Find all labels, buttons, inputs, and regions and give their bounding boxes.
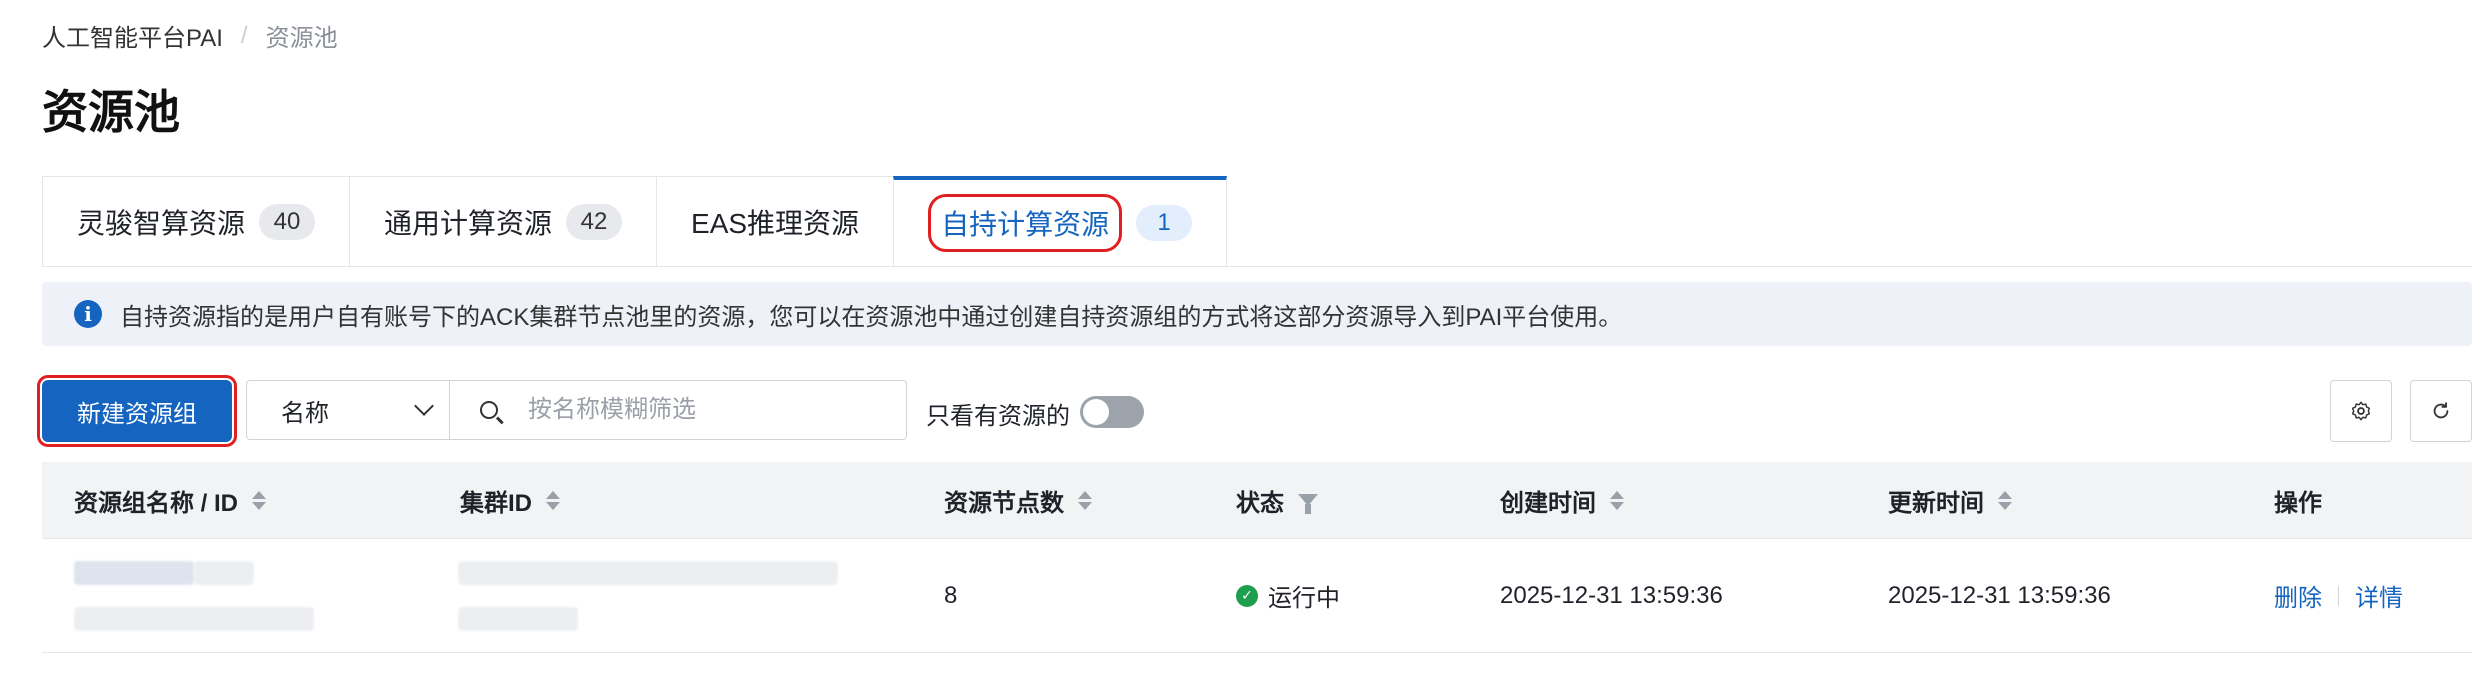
resource-group-name-redacted[interactable] <box>74 561 194 585</box>
column-label: 资源节点数 <box>944 489 1064 517</box>
toggle-knob <box>1083 399 1109 425</box>
resource-group-id-redacted <box>74 607 314 631</box>
tab-label: 通用计算资源 <box>384 207 553 239</box>
tab-label: 灵骏智算资源 <box>77 207 246 239</box>
settings-button[interactable] <box>2330 380 2392 442</box>
filter-field-select[interactable]: 名称 <box>246 380 450 440</box>
info-banner: i 自持资源指的是用户自有账号下的ACK集群节点池里的资源，您可以在资源池中通过… <box>42 282 2472 346</box>
column-header-updated-time[interactable]: 更新时间 <box>1888 462 2012 538</box>
column-label: 资源组名称 / ID <box>74 489 239 517</box>
breadcrumb-root[interactable]: 人工智能平台PAI <box>42 18 223 53</box>
tab-label: 自持计算资源 <box>928 194 1123 252</box>
tab-eas-inference[interactable]: EAS推理资源 <box>656 176 895 266</box>
sort-icon <box>252 490 267 510</box>
status-text: 运行中 <box>1268 585 1340 612</box>
tab-lingjun[interactable]: 灵骏智算资源 40 <box>42 176 351 266</box>
table-row: 8 ✓ 运行中 2025-12-31 13:59:36 2025-12-31 1… <box>42 539 2472 653</box>
tab-count-badge: 42 <box>566 203 623 240</box>
filter-icon[interactable] <box>1298 494 1318 514</box>
tab-general-compute[interactable]: 通用计算资源 42 <box>349 176 658 266</box>
cluster-id-redacted <box>458 561 838 585</box>
created-time-cell: 2025-12-31 13:59:36 <box>1500 581 1723 609</box>
gear-icon <box>2351 401 2371 421</box>
create-resource-group-button[interactable]: 新建资源组 <box>37 375 237 447</box>
redacted-block <box>458 607 578 631</box>
page-title: 资源池 <box>42 86 180 138</box>
column-label: 操作 <box>2274 489 2322 517</box>
info-text: 自持资源指的是用户自有账号下的ACK集群节点池里的资源，您可以在资源池中通过创建… <box>120 303 1623 331</box>
refresh-icon <box>2433 402 2449 419</box>
filter-field-value: 名称 <box>281 399 329 427</box>
column-label: 状态 <box>1236 489 1284 517</box>
details-link[interactable]: 详情 <box>2355 578 2403 613</box>
node-count-cell: 8 <box>944 581 958 609</box>
resource-tabs: 灵骏智算资源 40 通用计算资源 42 EAS推理资源 自持计算资源 1 <box>42 176 2472 267</box>
chevron-down-icon <box>414 396 434 416</box>
sort-icon <box>1998 490 2012 510</box>
only-with-resources-label: 只看有资源的 <box>926 403 1070 430</box>
column-header-cluster-id[interactable]: 集群ID <box>460 462 560 538</box>
actions-cell: 删除 详情 <box>2274 539 2403 652</box>
delete-link[interactable]: 删除 <box>2274 578 2322 613</box>
column-label: 创建时间 <box>1500 489 1596 517</box>
sort-icon <box>546 490 560 510</box>
column-header-node-count[interactable]: 资源节点数 <box>944 462 1092 538</box>
tab-label: EAS推理资源 <box>691 207 860 239</box>
column-header-status[interactable]: 状态 <box>1236 462 1318 538</box>
column-header-created-time[interactable]: 创建时间 <box>1500 462 1624 538</box>
tab-count-badge: 1 <box>1136 205 1193 241</box>
breadcrumb: 人工智能平台PAI / 资源池 <box>42 18 338 53</box>
breadcrumb-current: 资源池 <box>265 25 338 52</box>
search-box <box>449 380 907 440</box>
column-label: 更新时间 <box>1888 489 1984 517</box>
tab-count-badge: 40 <box>259 203 316 240</box>
sort-icon <box>1610 490 1624 510</box>
search-icon <box>480 401 498 419</box>
updated-time-cell: 2025-12-31 13:59:36 <box>1888 581 2111 609</box>
sort-icon <box>1078 490 1092 510</box>
column-label: 集群ID <box>460 489 532 517</box>
redacted-block <box>194 561 254 585</box>
divider <box>2338 585 2339 606</box>
check-circle-icon: ✓ <box>1236 584 1258 607</box>
table-header: 资源组名称 / ID 集群ID 资源节点数 状态 创建时间 更新时间 操作 <box>42 462 2472 539</box>
column-header-name-id[interactable]: 资源组名称 / ID <box>74 462 267 538</box>
page: 人工智能平台PAI / 资源池 资源池 灵骏智算资源 40 通用计算资源 42 … <box>0 0 2488 692</box>
status-cell: ✓ 运行中 <box>1236 539 1340 652</box>
column-header-actions: 操作 <box>2274 462 2322 538</box>
breadcrumb-separator: / <box>240 21 248 49</box>
refresh-button[interactable] <box>2410 380 2472 442</box>
tab-self-owned-compute[interactable]: 自持计算资源 1 <box>893 176 1228 266</box>
only-with-resources-toggle[interactable] <box>1080 396 1144 428</box>
search-input[interactable] <box>526 395 890 425</box>
info-icon: i <box>74 300 102 328</box>
